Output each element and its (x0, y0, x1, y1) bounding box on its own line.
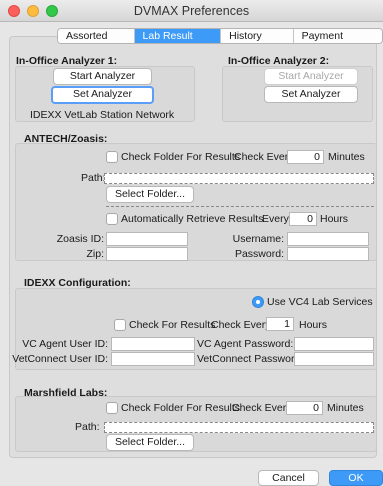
antech-zip-label: Zip: (86, 248, 104, 260)
antech-every-input[interactable]: 0 (289, 212, 317, 226)
marshfield-path-label: Path: (75, 421, 100, 433)
antech-divider (106, 206, 374, 207)
antech-hours-label: Hours (320, 213, 349, 225)
marshfield-check-folder-checkbox[interactable] (106, 402, 118, 414)
antech-auto-retrieve-checkbox[interactable] (106, 213, 118, 225)
marshfield-select-folder-button[interactable]: Select Folder... (106, 434, 194, 451)
antech-password-input[interactable] (287, 247, 369, 261)
analyzer2-start-button[interactable]: Start Analyzer (264, 68, 358, 85)
idexx-vetconnect-user-input[interactable] (111, 352, 195, 366)
tab-assorted-prefs[interactable]: Assorted Prefs (58, 29, 135, 43)
ok-button[interactable]: OK (329, 470, 383, 486)
analyzer1-status: IDEXX VetLab Station Network (30, 109, 175, 121)
antech-path-label: Path: (81, 172, 106, 184)
tab-payment-terminal[interactable]: Payment Terminal (293, 29, 382, 43)
idexx-vetconnect-user-label: VetConnect User ID: (12, 353, 108, 365)
idexx-vc-agent-password-input[interactable] (294, 337, 374, 351)
idexx-vc4-radio[interactable] (252, 296, 264, 308)
analyzer1-start-button[interactable]: Start Analyzer (53, 68, 152, 85)
marshfield-minutes-label: Minutes (327, 402, 364, 414)
idexx-check-results-checkbox[interactable] (114, 319, 126, 331)
idexx-vc-agent-user-input[interactable] (111, 337, 195, 351)
antech-every-label: Every (262, 213, 289, 225)
antech-path-field (104, 173, 374, 184)
antech-check-folder-label: Check Folder For Results (121, 151, 241, 163)
antech-check-folder-checkbox[interactable] (106, 151, 118, 163)
analyzer1-set-button[interactable]: Set Analyzer (51, 86, 154, 104)
tab-strip: Assorted Prefs Lab Result Setup History … (57, 28, 383, 44)
idexx-vc4-label: Use VC4 Lab Services (267, 296, 373, 308)
antech-check-every-input[interactable]: 0 (287, 150, 324, 164)
antech-zoasis-id-label: Zoasis ID: (56, 233, 104, 245)
idexx-vetconnect-password-input[interactable] (294, 352, 374, 366)
marshfield-check-folder-label: Check Folder For Results (121, 402, 241, 414)
analyzer2-set-button[interactable]: Set Analyzer (264, 86, 358, 103)
antech-zip-input[interactable] (106, 247, 188, 261)
antech-select-folder-button[interactable]: Select Folder... (106, 186, 194, 203)
cancel-button[interactable]: Cancel (258, 470, 319, 486)
idexx-vc-agent-user-label: VC Agent User ID: (22, 338, 108, 350)
tab-history-filters[interactable]: History Filters (221, 29, 294, 43)
marshfield-check-every-input[interactable]: 0 (286, 401, 323, 415)
antech-zoasis-id-input[interactable] (106, 232, 188, 246)
antech-username-label: Username: (232, 233, 284, 245)
antech-auto-retrieve-label: Automatically Retrieve Results (121, 213, 264, 225)
antech-minutes-label: Minutes (328, 151, 365, 163)
window-title: DVMAX Preferences (133, 4, 250, 18)
idexx-vetconnect-password-label: VetConnect Password: (197, 353, 304, 365)
marshfield-path-field (104, 422, 374, 433)
tab-lab-result-setup[interactable]: Lab Result Setup (134, 29, 222, 43)
idexx-hours-label: Hours (299, 319, 328, 331)
idexx-check-every-label: Check Every: (211, 319, 274, 331)
idexx-check-every-input[interactable]: 1 (266, 317, 294, 331)
antech-password-label: Password: (234, 248, 284, 260)
idexx-vc-agent-password-label: VC Agent Password: (197, 338, 294, 350)
antech-username-input[interactable] (287, 232, 369, 246)
idexx-check-results-label: Check For Results (129, 319, 216, 331)
